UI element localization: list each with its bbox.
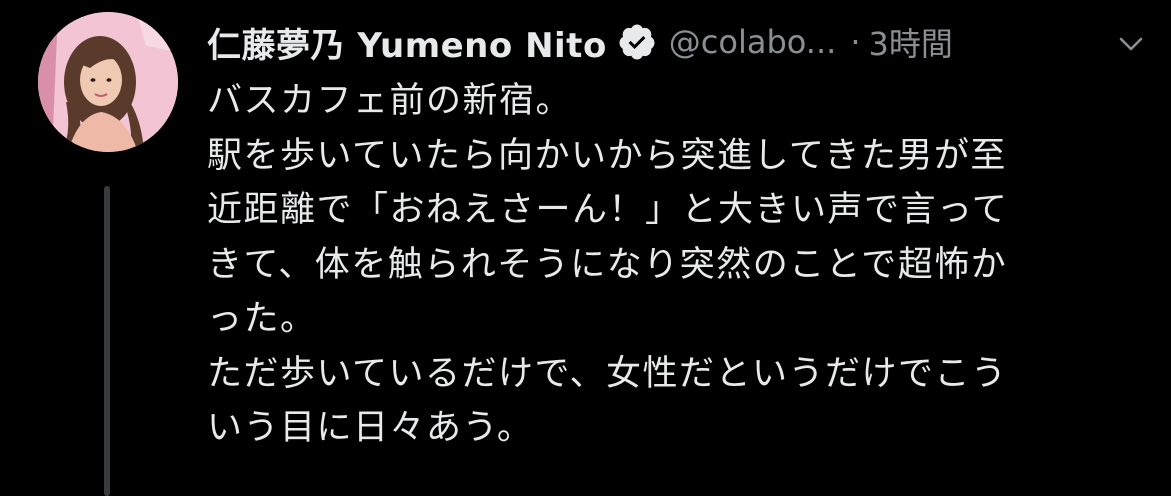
tweet-timestamp[interactable]: 3時間 (868, 19, 952, 65)
chevron-down-icon[interactable] (1117, 30, 1145, 58)
tweet-text-line: 近距離で「おねえさーん！」と大きい声で言って (207, 190, 1009, 230)
tweet-header: 仁藤夢乃 Yumeno Nito @colabo... · 3時間 (207, 14, 1157, 70)
thread-line (104, 186, 110, 496)
author-handle[interactable]: @colabo... (669, 23, 837, 61)
tweet-text-line: 駅を歩いていたら向かいから突進してきた男が至 (207, 135, 1007, 176)
profile-photo (38, 12, 178, 152)
avatar[interactable] (38, 12, 178, 152)
tweet-text: バスカフェ前の新宿。 駅を歩いていたら向かいから突進してきた男が至 近距離で「お… (207, 74, 1157, 456)
tweet-text-line: った。 (207, 299, 317, 339)
tweet-text-line: バスカフェ前の新宿。 (207, 81, 573, 121)
verified-badge-icon (617, 22, 657, 62)
tweet-text-line: いう目に日々あう。 (207, 408, 534, 448)
author-display-name[interactable]: 仁藤夢乃 Yumeno Nito (207, 18, 607, 67)
header-separator: · (850, 23, 861, 61)
tweet-content: 仁藤夢乃 Yumeno Nito @colabo... · 3時間 バスカフェ前… (207, 14, 1157, 456)
tweet-text-line: きて、体を触られそうになり突然のことで超怖か (207, 244, 1008, 285)
tweet-text-line: ただ歩いているだけで、女性だというだけでこう (207, 353, 1008, 394)
avatar-column (38, 12, 178, 496)
